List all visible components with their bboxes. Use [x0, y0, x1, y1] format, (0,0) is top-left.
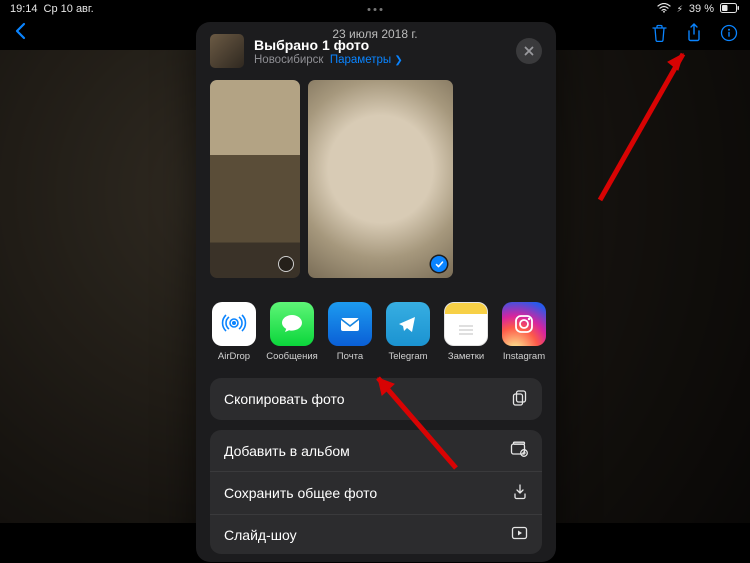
action-add-to-album[interactable]: Добавить в альбом — [210, 430, 542, 471]
app-messages[interactable]: Сообщения — [268, 302, 316, 362]
app-label: Telegram — [388, 351, 427, 362]
app-label: Instagram — [503, 351, 545, 362]
download-icon — [512, 483, 528, 503]
status-date: Ср 10 авг. — [44, 3, 94, 15]
live-photo-icon — [278, 256, 294, 272]
action-label: Скопировать фото — [224, 391, 345, 407]
action-slideshow[interactable]: Слайд-шоу — [210, 514, 542, 554]
info-icon[interactable] — [720, 24, 738, 45]
app-label: Сообщения — [266, 351, 318, 362]
app-label: Почта — [337, 351, 363, 362]
nav-title: 23 июля 2018 г. — [332, 27, 417, 41]
action-copy-photo[interactable]: Скопировать фото — [210, 378, 542, 420]
action-save-shared[interactable]: Сохранить общее фото — [210, 471, 542, 514]
app-airdrop[interactable]: AirDrop — [210, 302, 258, 362]
chevron-right-icon: ❯ — [394, 55, 402, 66]
charging-icon: ⚡︎ — [677, 4, 683, 15]
mail-icon — [328, 302, 372, 346]
app-label: Заметки — [448, 351, 484, 362]
options-link[interactable]: Параметры — [330, 54, 391, 66]
action-label: Слайд-шоу — [224, 527, 297, 543]
trash-icon[interactable] — [651, 24, 668, 45]
battery-icon — [720, 3, 740, 16]
messages-icon — [270, 302, 314, 346]
status-time: 19:14 — [10, 3, 38, 15]
notes-icon — [444, 302, 488, 346]
nav-bar: 23 июля 2018 г. — [0, 18, 750, 50]
app-telegram[interactable]: Telegram — [384, 302, 432, 362]
action-label: Сохранить общее фото — [224, 485, 377, 501]
thumbnail-row[interactable] — [196, 78, 556, 292]
app-instagram[interactable]: Instagram — [500, 302, 548, 362]
photo-thumbnail[interactable] — [210, 80, 300, 278]
share-apps-row[interactable]: AirDrop Сообщения Почта Telegram — [196, 302, 556, 362]
share-icon[interactable] — [686, 23, 702, 45]
status-bar: 19:14 Ср 10 авг. ⚡︎ 39 % — [0, 0, 750, 18]
album-add-icon — [510, 441, 528, 460]
copy-icon — [511, 389, 528, 409]
photo-thumbnail[interactable] — [308, 80, 453, 278]
back-button[interactable] — [14, 22, 26, 46]
multitask-dots[interactable] — [368, 8, 383, 11]
play-icon — [511, 526, 528, 543]
airdrop-icon — [212, 302, 256, 346]
share-sheet: Выбрано 1 фото Новосибирск Параметры ❯ A… — [196, 22, 556, 562]
sheet-location: Новосибирск — [254, 54, 323, 66]
action-label: Добавить в альбом — [224, 443, 350, 459]
telegram-icon — [386, 302, 430, 346]
app-label: AirDrop — [218, 351, 250, 362]
app-notes[interactable]: Заметки — [442, 302, 490, 362]
battery-percent: 39 % — [689, 3, 714, 15]
wifi-icon — [657, 3, 671, 16]
instagram-icon — [502, 302, 546, 346]
selected-check-icon — [431, 256, 447, 272]
app-mail[interactable]: Почта — [326, 302, 374, 362]
